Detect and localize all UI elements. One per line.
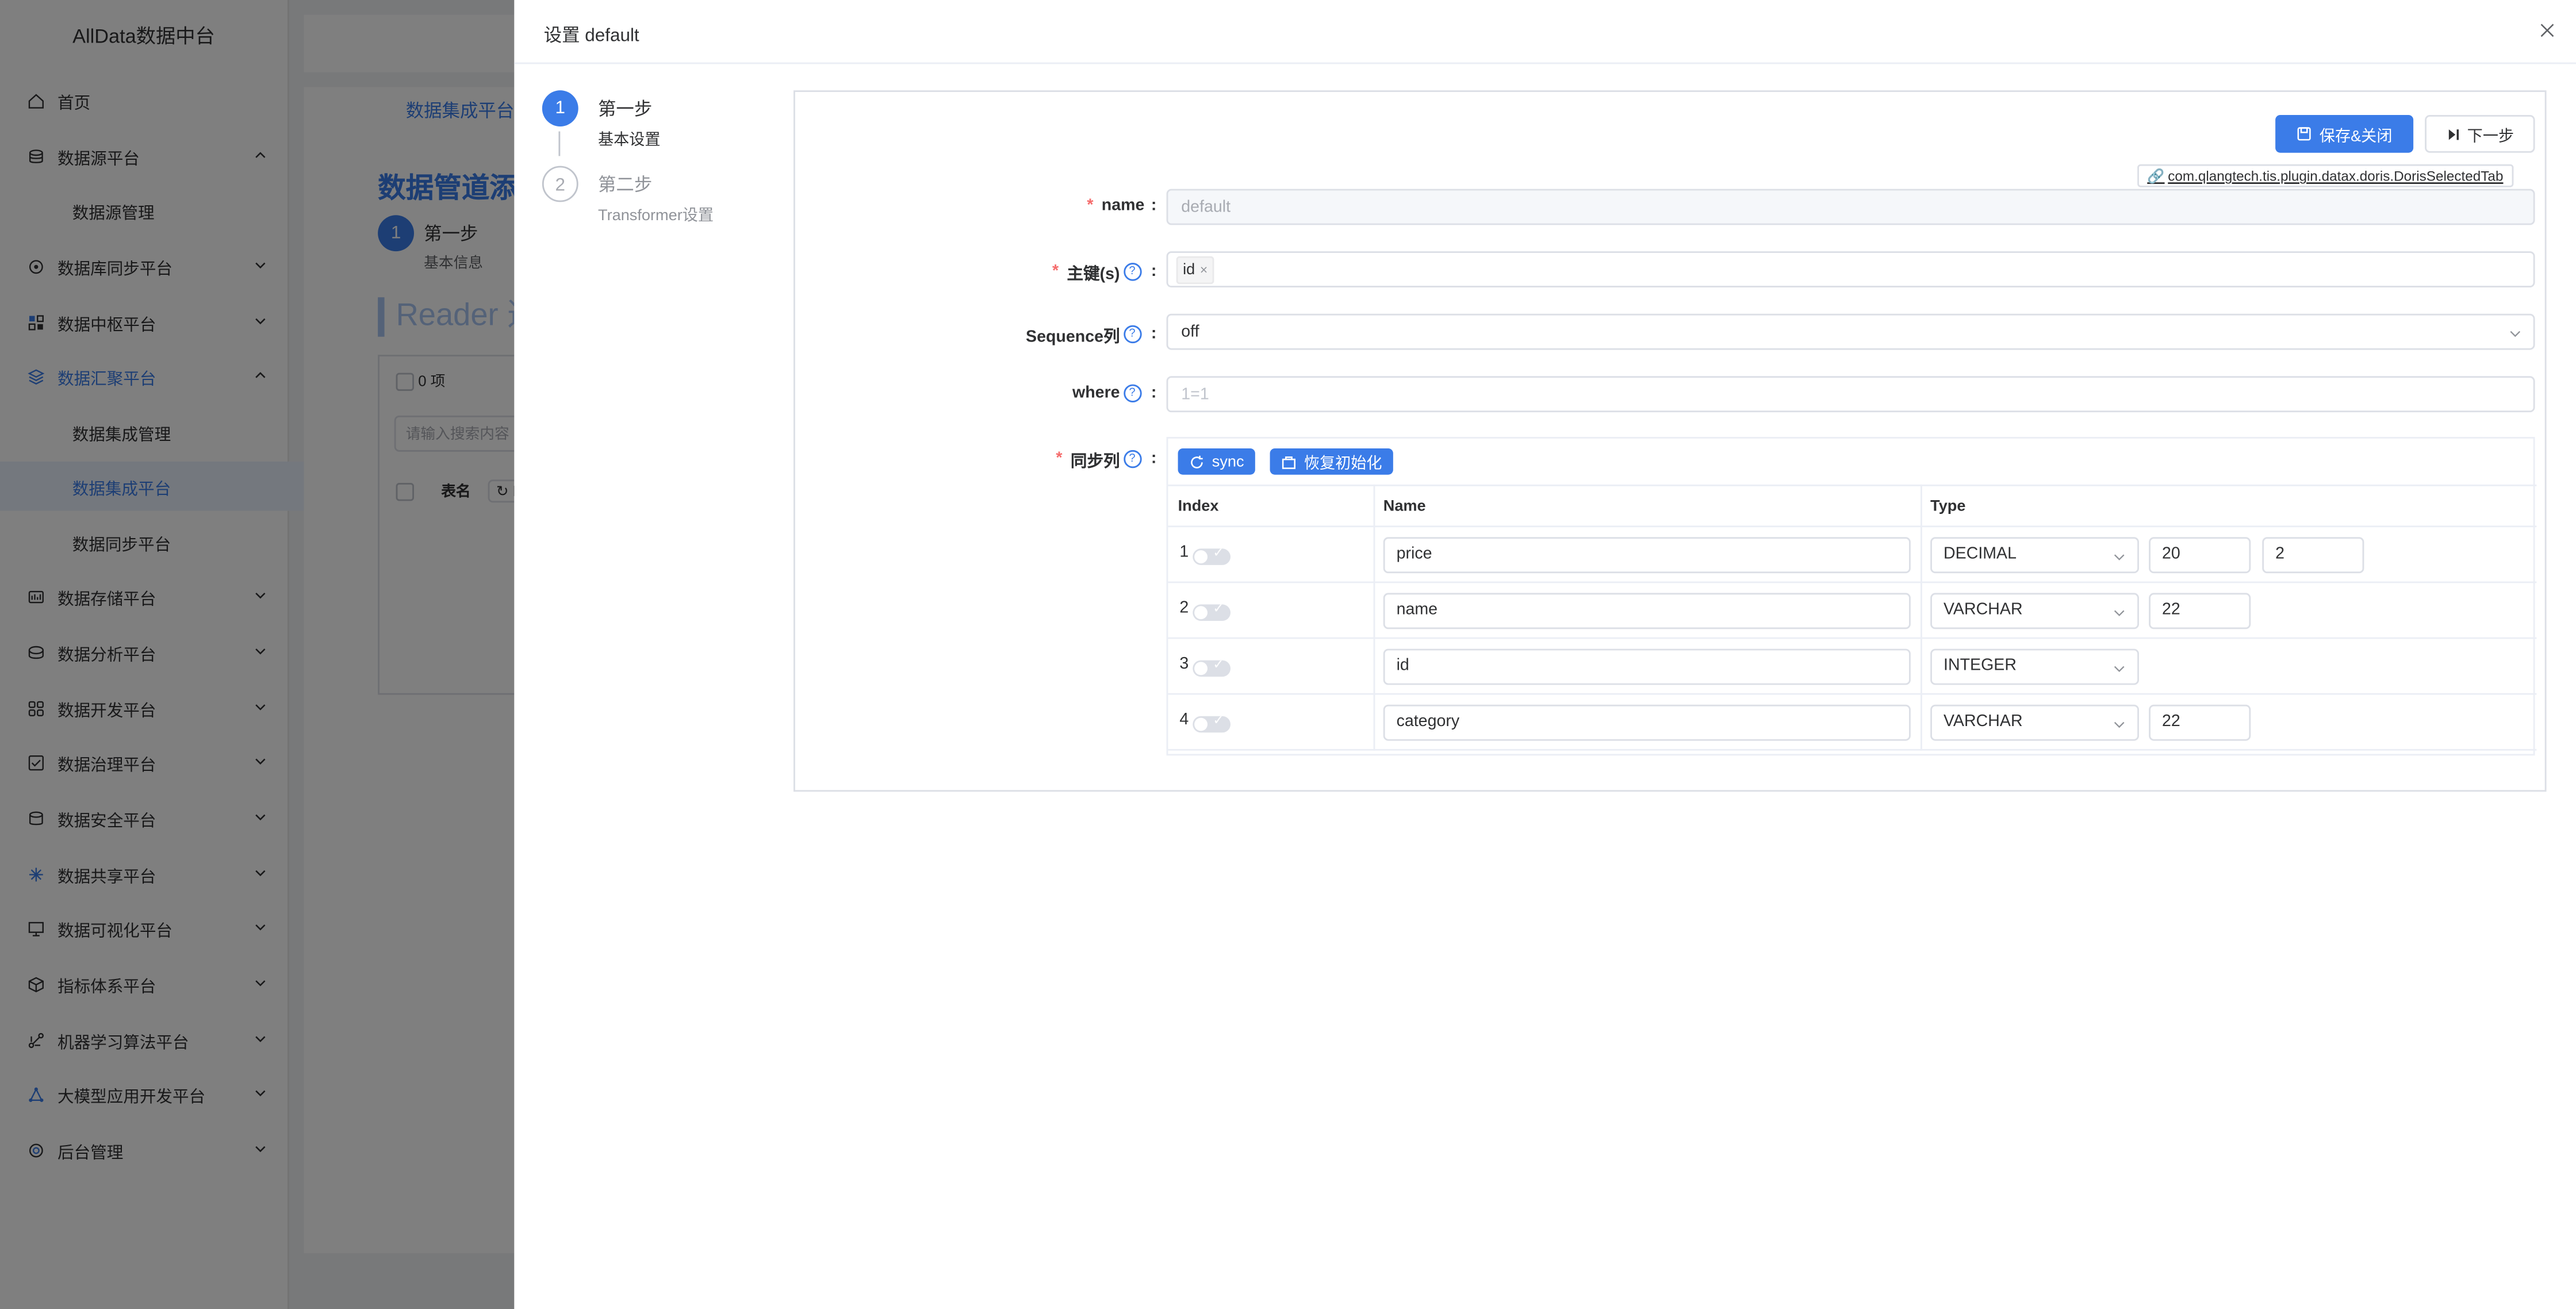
where-placeholder: 1=1 (1181, 385, 1209, 404)
help-icon[interactable]: ? (1123, 325, 1141, 344)
row-toggle[interactable] (1193, 601, 1230, 621)
label-colon: : (1151, 325, 1157, 344)
chevron-down-icon (2114, 554, 2125, 561)
sequence-label: Sequence列 ?: (1026, 322, 1156, 347)
chevron-down-icon (2510, 331, 2521, 337)
pk-tag-label: id (1183, 260, 1195, 279)
step-desc: 基本设置 (598, 131, 661, 149)
type-select[interactable]: VARCHAR (1930, 704, 2139, 741)
step-desc: Transformer设置 (598, 207, 714, 225)
pk-label-text: 主键(s) (1067, 266, 1120, 285)
type-value: VARCHAR (1943, 601, 2023, 620)
label-colon: : (1151, 197, 1157, 216)
precision-input[interactable]: 20 (2149, 537, 2251, 574)
step-number: 1 (542, 90, 578, 126)
help-icon[interactable]: ? (1123, 263, 1141, 281)
name-field[interactable]: default (1166, 189, 2535, 225)
chevron-down-icon (2114, 721, 2125, 728)
column-name-input[interactable]: name (1383, 593, 1911, 629)
reset-icon (1282, 455, 1295, 469)
sync-label-text: 同步列 (1070, 453, 1120, 471)
pk-tag: id × (1176, 255, 1214, 283)
where-input[interactable]: 1=1 (1166, 376, 2535, 413)
col-type: Type (1930, 497, 1966, 516)
row-toggle[interactable] (1193, 546, 1230, 565)
plugin-link[interactable]: 🔗 com.qlangtech.tis.plugin.datax.doris.D… (2137, 164, 2513, 187)
pk-label: * 主键(s) ?: (1052, 259, 1156, 284)
save-icon (2297, 127, 2311, 141)
where-label: where ?: (1072, 384, 1157, 402)
column-divider (1373, 484, 1375, 751)
type-value: VARCHAR (1943, 713, 2023, 731)
help-icon[interactable]: ? (1123, 384, 1141, 402)
save-close-label: 保存&关闭 (2319, 127, 2393, 145)
chevron-down-icon (2114, 610, 2125, 616)
link-icon: 🔗 (2147, 167, 2165, 183)
step-connector (558, 131, 561, 156)
name-value: default (1181, 198, 1231, 216)
row-index: 2 (1179, 599, 1189, 618)
column-divider (1920, 484, 1922, 751)
form-panel: 保存&关闭 下一步 🔗 com.qlangtech.tis.plugin.dat… (793, 90, 2547, 792)
sequence-select[interactable]: off (1166, 313, 2535, 350)
name-label: * name: (1087, 197, 1157, 216)
settings-drawer: 设置 default 1 第一步 基本设置 2 第二步 Transformer设… (514, 0, 2576, 1309)
sequence-label-text: Sequence列 (1026, 328, 1120, 347)
row-index: 3 (1179, 655, 1189, 674)
column-name-input[interactable]: price (1383, 537, 1911, 574)
row-toggle[interactable] (1193, 713, 1230, 733)
refresh-icon (1190, 455, 1202, 468)
row-index: 4 (1179, 711, 1189, 730)
sync-label: * 同步列 ?: (1056, 447, 1156, 471)
drawer-title: 设置 default (543, 26, 639, 46)
length-input[interactable]: 22 (2149, 704, 2251, 741)
reset-button[interactable]: 恢复初始化 (1270, 448, 1393, 475)
type-select[interactable]: DECIMAL (1930, 537, 2139, 574)
row-toggle[interactable] (1193, 657, 1230, 677)
type-select[interactable]: VARCHAR (1930, 593, 2139, 629)
label-colon: : (1151, 384, 1157, 402)
reset-label: 恢复初始化 (1304, 455, 1382, 473)
scale-input[interactable]: 2 (2262, 537, 2364, 574)
sync-button[interactable]: sync (1178, 448, 1255, 475)
sync-columns-box: sync 恢复初始化 Index Name Type 1 ✓ price DEC… (1166, 437, 2537, 756)
column-name-input[interactable]: id (1383, 648, 1911, 685)
next-step-button[interactable]: 下一步 (2425, 115, 2535, 153)
sync-label: sync (1212, 452, 1244, 471)
col-index: Index (1178, 497, 1219, 516)
col-name: Name (1383, 497, 1426, 516)
type-value: INTEGER (1943, 657, 2017, 675)
plugin-class-label: com.qlangtech.tis.plugin.datax.doris.Dor… (2168, 167, 2504, 184)
length-input[interactable]: 22 (2149, 593, 2251, 629)
step-title: 第二步 (598, 175, 653, 195)
label-colon: : (1151, 450, 1157, 469)
where-label-text: where (1072, 384, 1120, 402)
tag-close-icon[interactable]: × (1200, 257, 1208, 282)
sequence-value: off (1181, 323, 1199, 341)
chevron-down-icon (2114, 666, 2125, 673)
step-title: 第一步 (598, 100, 653, 120)
name-label-text: name (1101, 197, 1145, 216)
next-step-label: 下一步 (2467, 127, 2514, 145)
step-forward-icon (2448, 128, 2459, 139)
step-number: 2 (542, 166, 578, 202)
help-icon[interactable]: ? (1123, 450, 1141, 469)
close-icon[interactable] (2538, 21, 2556, 39)
pk-select[interactable]: id × (1166, 251, 2535, 287)
type-value: DECIMAL (1943, 545, 2017, 563)
label-colon: : (1151, 263, 1157, 281)
divider (514, 62, 2576, 64)
column-name-input[interactable]: category (1383, 704, 1911, 741)
save-close-button[interactable]: 保存&关闭 (2275, 115, 2414, 153)
row-index: 1 (1179, 543, 1189, 562)
type-select[interactable]: INTEGER (1930, 648, 2139, 685)
